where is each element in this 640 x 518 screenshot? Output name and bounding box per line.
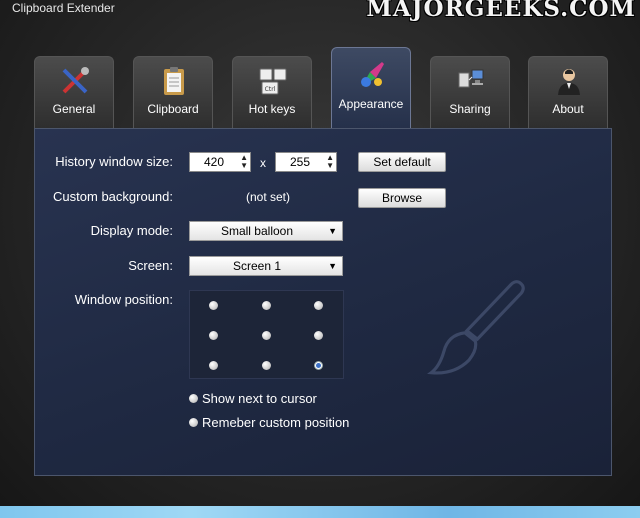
paint-brush-icon (361, 62, 384, 87)
tab-label: Sharing (449, 102, 491, 116)
position-middle-right[interactable] (314, 331, 323, 340)
tab-label: General (52, 102, 96, 116)
position-bottom-center[interactable] (262, 361, 271, 370)
browse-button[interactable]: Browse (358, 188, 446, 208)
size-separator: x (260, 156, 266, 170)
position-top-right[interactable] (314, 301, 323, 310)
position-top-center[interactable] (262, 301, 271, 310)
custom-background-label: Custom background: (53, 189, 173, 204)
title-bar: Clipboard Extender MAJORGEEKS.COM (0, 0, 640, 22)
radio-icon (189, 394, 198, 403)
spinner-arrows-icon[interactable]: ▲ ▼ (240, 154, 248, 170)
display-mode-value: Small balloon (220, 224, 294, 238)
tab-hot-keys[interactable]: Ctrl Hot keys (232, 56, 312, 128)
tab-about[interactable]: About (528, 56, 608, 128)
chevron-down-icon: ▼ (328, 226, 337, 236)
watermark-logo: MAJORGEEKS.COM (366, 0, 636, 22)
tab-label: About (552, 102, 584, 116)
svg-text:Ctrl: Ctrl (265, 86, 276, 93)
screen-value: Screen 1 (232, 259, 282, 273)
tab-label: Appearance (338, 97, 404, 111)
background-value: (not set) (246, 190, 291, 204)
remember-custom-position-label: Remeber custom position (202, 415, 350, 430)
screen-label: Screen: (128, 258, 173, 273)
tools-icon (62, 67, 89, 94)
window-position-label: Window position: (74, 292, 173, 307)
position-middle-center[interactable] (262, 331, 271, 340)
screen-select[interactable]: Screen 1 ▼ (189, 256, 343, 276)
tab-label: Clipboard (147, 102, 199, 116)
clipboard-icon (164, 67, 184, 95)
position-bottom-left[interactable] (209, 361, 218, 370)
window-position-grid (189, 290, 344, 379)
taskbar-strip (0, 506, 640, 518)
radio-icon (189, 418, 198, 427)
tab-appearance[interactable]: Appearance (331, 47, 411, 129)
window-title: Clipboard Extender (12, 1, 115, 15)
set-default-button[interactable]: Set default (358, 152, 446, 172)
position-bottom-right[interactable] (314, 361, 323, 370)
display-mode-label: Display mode: (90, 223, 173, 238)
show-next-to-cursor-radio[interactable]: Show next to cursor (189, 391, 317, 406)
chevron-down-icon: ▼ (328, 261, 337, 271)
history-height-value: 255 (289, 155, 311, 169)
position-middle-left[interactable] (209, 331, 218, 340)
history-size-label: History window size: (55, 154, 173, 169)
appearance-panel: History window size: 420 ▲ ▼ x 255 ▲ ▼ Set… (34, 128, 612, 476)
history-height-spinner[interactable]: 255 ▲ ▼ (275, 152, 337, 172)
spinner-arrows-icon[interactable]: ▲ ▼ (326, 154, 334, 170)
brush-watermark-icon (427, 280, 525, 375)
history-width-value: 420 (203, 155, 225, 169)
tab-label: Hot keys (248, 102, 296, 116)
show-next-to-cursor-label: Show next to cursor (202, 391, 317, 406)
network-computers-icon (458, 69, 484, 88)
app-window: Clipboard Extender MAJORGEEKS.COM Genera… (0, 0, 640, 518)
user-icon (558, 69, 580, 95)
display-mode-select[interactable]: Small balloon ▼ (189, 221, 343, 241)
tab-general[interactable]: General (34, 56, 114, 128)
remember-custom-position-radio[interactable]: Remeber custom position (189, 415, 349, 430)
history-width-spinner[interactable]: 420 ▲ ▼ (189, 152, 251, 172)
tab-sharing[interactable]: Sharing (430, 56, 510, 128)
tab-clipboard[interactable]: Clipboard (133, 56, 213, 128)
keyboard-keys-icon: Ctrl (259, 68, 287, 95)
position-top-left[interactable] (209, 301, 218, 310)
